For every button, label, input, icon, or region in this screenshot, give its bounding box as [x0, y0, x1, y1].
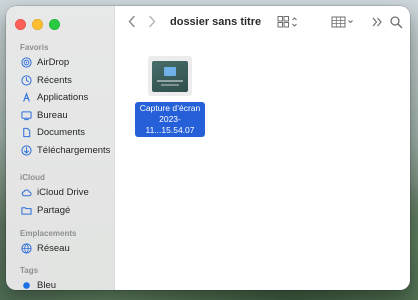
sidebar-item-label: Applications — [37, 92, 89, 104]
tag-color-dot-icon — [20, 280, 32, 290]
file-name-line-2: 2023-11...15.54.07 — [145, 114, 195, 135]
group-button[interactable] — [331, 15, 355, 29]
sidebar-header-emplacements: Emplacements — [20, 229, 77, 238]
sidebar-item-label: Partagé — [37, 204, 71, 216]
sidebar-item-bureau[interactable]: Bureau — [6, 107, 114, 125]
sidebar-item-reseau[interactable]: Réseau — [6, 240, 114, 258]
sidebar-item-telechargements[interactable]: Téléchargements — [6, 142, 114, 160]
main-content: dossier sans titre Capture d’écran 2023-… — [115, 6, 410, 290]
sidebar-item-label: Téléchargements — [37, 144, 111, 156]
applications-icon — [20, 92, 32, 104]
file-thumbnail — [148, 56, 192, 96]
chevron-left-icon — [128, 15, 135, 28]
file-name-line-1: Capture d’écran — [139, 103, 201, 113]
download-icon — [20, 144, 32, 156]
double-chevron-right-icon — [372, 17, 382, 27]
sidebar-item-icloud-drive[interactable]: iCloud Drive — [6, 184, 114, 202]
toolbar: dossier sans titre — [115, 6, 410, 38]
back-button[interactable] — [127, 15, 137, 28]
search-icon — [390, 16, 403, 29]
sidebar: Favoris AirDrop Récents Applications Bur… — [6, 6, 115, 290]
screenshot-thumbnail-icon — [152, 60, 188, 92]
sidebar-item-label: Bleu — [37, 280, 57, 290]
window-controls — [15, 19, 60, 30]
search-button[interactable] — [389, 15, 403, 29]
sidebar-item-label: Bureau — [37, 109, 68, 121]
clock-icon — [20, 74, 32, 86]
sidebar-header-tags: Tags — [20, 266, 39, 275]
sidebar-item-airdrop[interactable]: AirDrop — [6, 54, 114, 72]
sidebar-header-favoris: Favoris — [20, 43, 49, 52]
sidebar-item-recents[interactable]: Récents — [6, 72, 114, 90]
cloud-icon — [20, 187, 32, 199]
sidebar-item-label: Réseau — [37, 243, 70, 255]
forward-button[interactable] — [147, 15, 157, 28]
sidebar-item-partage[interactable]: Partagé — [6, 202, 114, 220]
sidebar-item-label: Documents — [37, 127, 86, 139]
window-title: dossier sans titre — [170, 16, 262, 28]
sidebar-item-label: AirDrop — [37, 57, 70, 69]
network-icon — [20, 243, 32, 255]
sidebar-section-emplacements: Emplacements Réseau — [6, 228, 114, 258]
sidebar-section-tags: Tags Bleu — [6, 265, 114, 290]
file-item[interactable]: Capture d’écran 2023-11...15.54.07 — [135, 56, 205, 138]
finder-window: Favoris AirDrop Récents Applications Bur… — [6, 6, 410, 290]
airdrop-icon — [20, 57, 32, 69]
grid-view-icon — [277, 16, 297, 28]
close-button[interactable] — [15, 19, 26, 30]
sidebar-header-icloud: iCloud — [20, 173, 45, 182]
sidebar-item-label: Récents — [37, 74, 72, 86]
chevron-right-icon — [149, 15, 156, 28]
shared-folder-icon — [20, 204, 32, 216]
zoom-button[interactable] — [49, 19, 60, 30]
group-grid-icon — [331, 16, 353, 28]
sidebar-item-applications[interactable]: Applications — [6, 89, 114, 107]
file-name-label: Capture d’écran 2023-11...15.54.07 — [135, 102, 205, 137]
view-mode-button[interactable] — [277, 15, 299, 29]
minimize-button[interactable] — [32, 19, 43, 30]
sidebar-section-icloud: iCloud iCloud Drive Partagé — [6, 172, 114, 219]
document-icon — [20, 127, 32, 139]
sidebar-section-favoris: Favoris AirDrop Récents Applications Bur… — [6, 42, 114, 159]
sidebar-item-tag-bleu[interactable]: Bleu — [6, 277, 114, 290]
sidebar-item-label: iCloud Drive — [37, 187, 89, 199]
sidebar-item-documents[interactable]: Documents — [6, 124, 114, 142]
more-toolbar-button[interactable] — [370, 15, 384, 29]
desktop-icon — [20, 109, 32, 121]
